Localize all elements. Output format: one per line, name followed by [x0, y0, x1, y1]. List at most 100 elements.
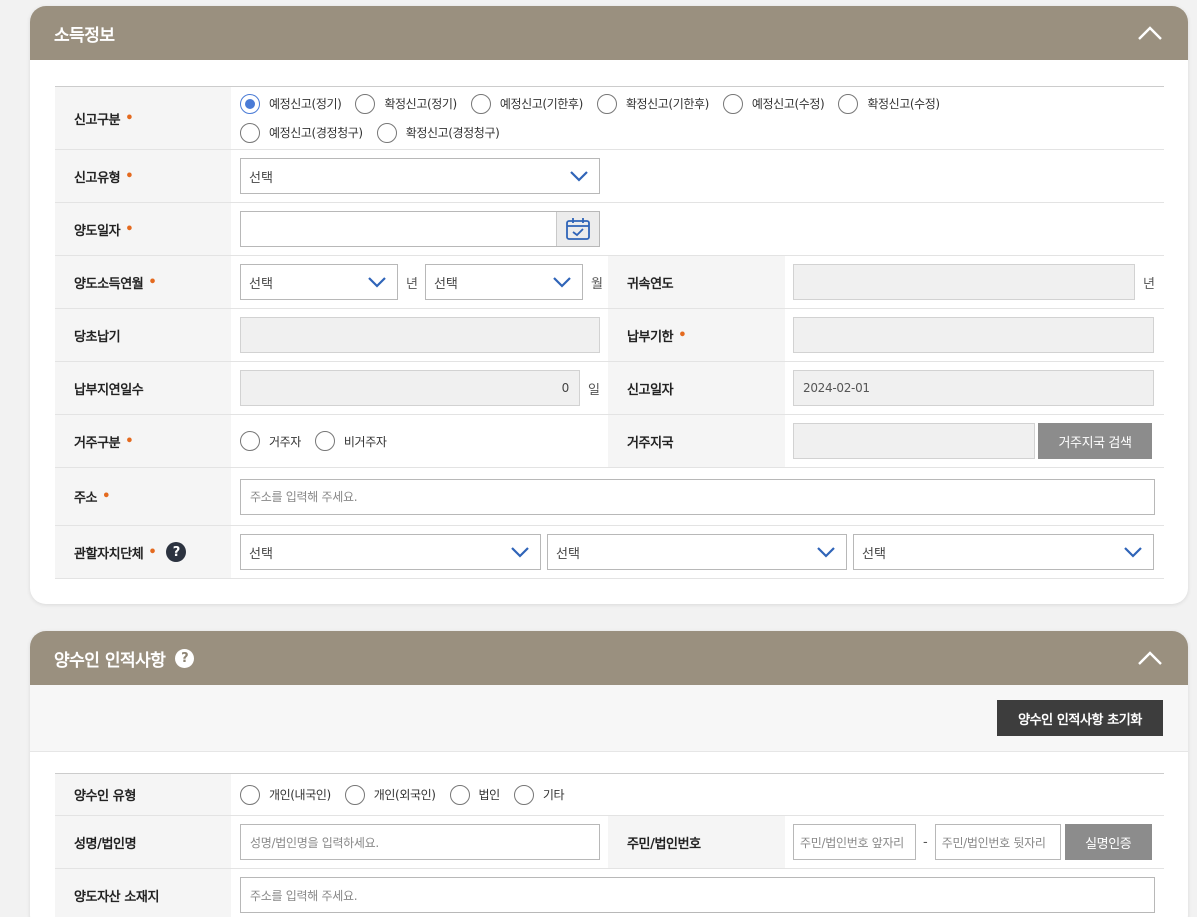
month-unit: 월 — [590, 276, 603, 292]
transferee-info-title: 양수인 인적사항 — [54, 650, 166, 671]
asset-location-input[interactable]: 주소를 입력해 주세요. — [240, 877, 1155, 913]
late-days-unit: 일 — [588, 382, 600, 398]
transferee-type-label: 양수인 유형 — [55, 774, 231, 815]
radio-icon[interactable] — [596, 93, 617, 114]
radio-report-division-3[interactable]: 확정신고(기한후) — [596, 93, 709, 114]
chevron-down-icon — [553, 277, 571, 288]
real-name-verify-button[interactable]: 실명인증 — [1064, 824, 1152, 860]
report-division-label: 신고구분 • — [55, 87, 231, 149]
radio-icon[interactable] — [240, 431, 260, 451]
income-info-header[interactable]: 소득정보 — [30, 6, 1188, 60]
row-address: 주소 • 주소를 입력해 주세요. — [55, 468, 1164, 526]
radio-transferee-corporation[interactable]: 법인 — [449, 784, 500, 805]
reg-number-separator: - — [923, 834, 928, 850]
transferee-info-panel: 양수인 인적사항 ? 양수인 인적사항 초기화 양수인 유형 개인(내국인) 개… — [30, 631, 1188, 917]
jurisdiction-select-1[interactable]: 선택 — [240, 534, 541, 570]
radio-report-division-5[interactable]: 확정신고(수정) — [838, 93, 940, 114]
transferee-info-header[interactable]: 양수인 인적사항 ? — [30, 631, 1188, 685]
reg-number-label: 주민/법인번호 — [608, 816, 785, 868]
report-date-input: 2024-02-01 — [793, 370, 1154, 406]
row-report-type: 신고유형 • 선택 — [55, 150, 1164, 203]
late-days-input: 0 — [240, 370, 580, 406]
radio-icon[interactable] — [240, 784, 260, 805]
radio-icon[interactable] — [449, 784, 470, 805]
jurisdiction-select-3[interactable]: 선택 — [853, 534, 1154, 570]
residence-country-search-button[interactable]: 거주지국 검색 — [1038, 423, 1152, 459]
late-days-label: 납부지연일수 — [55, 362, 231, 414]
payment-due-input — [793, 317, 1154, 353]
radio-transferee-other[interactable]: 기타 — [513, 784, 564, 805]
help-question-icon[interactable]: ? — [175, 648, 195, 668]
transfer-year-select[interactable]: 선택 — [240, 264, 398, 300]
report-type-label: 신고유형 • — [55, 150, 231, 202]
row-jurisdiction: 관할자치단체 •? 선택 선택 선택 — [55, 526, 1164, 579]
transferee-name-label: 성명/법인명 — [55, 816, 231, 868]
asset-location-label: 양도자산 소재지 — [55, 869, 231, 917]
residence-country-input — [793, 423, 1035, 459]
report-date-label: 신고일자 — [608, 362, 785, 414]
row-residence: 거주구분 • 거주자 비거주자 거주지국 거주지국 검색 — [55, 415, 1164, 468]
transfer-month-select[interactable]: 선택 — [424, 264, 583, 300]
radio-report-division-7[interactable]: 확정신고(경정청구) — [376, 122, 500, 143]
radio-report-division-0[interactable]: 예정신고(정기) — [240, 93, 342, 114]
row-transfer-date: 양도일자 • — [55, 203, 1164, 256]
chevron-down-icon — [1124, 547, 1142, 558]
address-label: 주소 • — [55, 468, 231, 525]
radio-icon[interactable] — [314, 431, 335, 451]
jurisdiction-select-2[interactable]: 선택 — [547, 534, 847, 570]
row-asset-location: 양도자산 소재지 주소를 입력해 주세요. — [55, 869, 1164, 917]
radio-icon[interactable] — [722, 93, 743, 114]
radio-selected-icon[interactable] — [240, 93, 260, 114]
income-info-panel: 소득정보 신고구분 • 예정신고(정기) 확정신고(정기) 예정신고(기한후) 확… — [30, 6, 1188, 604]
chevron-down-icon — [368, 277, 386, 288]
initial-payment-input — [240, 317, 600, 353]
radio-non-resident[interactable]: 비거주자 — [314, 431, 387, 451]
radio-icon[interactable] — [470, 93, 491, 114]
reg-number-front-input[interactable]: 주민/법인번호 앞자리 — [793, 824, 916, 860]
collapse-chevron-up-icon[interactable] — [1136, 647, 1164, 669]
transferee-name-input[interactable]: 성명/법인명을 입력하세요. — [240, 824, 600, 860]
attribution-year-label: 귀속연도 — [608, 256, 785, 308]
collapse-chevron-up-icon[interactable] — [1136, 22, 1164, 44]
transfer-date-input[interactable] — [240, 211, 600, 247]
radio-icon[interactable] — [838, 93, 859, 114]
radio-report-division-6[interactable]: 예정신고(경정청구) — [240, 122, 363, 143]
residence-label: 거주구분 • — [55, 415, 231, 467]
chevron-down-icon — [817, 547, 835, 558]
row-transferee-type: 양수인 유형 개인(내국인) 개인(외국인) 법인 기타 — [55, 774, 1164, 816]
help-question-icon[interactable]: ? — [166, 542, 187, 562]
chevron-down-icon — [570, 171, 588, 182]
income-info-table: 신고구분 • 예정신고(정기) 확정신고(정기) 예정신고(기한후) 확정신고(기… — [55, 86, 1164, 579]
row-payment: 당초납기 납부기한 • — [55, 309, 1164, 362]
initial-payment-label: 당초납기 — [55, 309, 231, 361]
radio-report-division-4[interactable]: 예정신고(수정) — [722, 93, 825, 114]
row-report-division: 신고구분 • 예정신고(정기) 확정신고(정기) 예정신고(기한후) 확정신고(기… — [55, 87, 1164, 150]
payment-due-label: 납부기한 • — [608, 309, 785, 361]
radio-icon[interactable] — [376, 122, 397, 143]
chevron-down-icon — [511, 547, 529, 558]
radio-report-division-1[interactable]: 확정신고(정기) — [355, 93, 457, 114]
radio-report-division-2[interactable]: 예정신고(기한후) — [470, 93, 583, 114]
address-input[interactable]: 주소를 입력해 주세요. — [240, 478, 1155, 515]
radio-transferee-foreign[interactable]: 개인(외국인) — [344, 784, 436, 805]
year-unit: 년 — [406, 276, 418, 292]
transferee-reset-button[interactable]: 양수인 인적사항 초기화 — [997, 700, 1163, 736]
report-type-select[interactable]: 선택 — [240, 158, 600, 194]
row-late-days: 납부지연일수 0 일 신고일자 2024-02-01 — [55, 362, 1164, 415]
radio-icon[interactable] — [513, 784, 534, 805]
radio-transferee-domestic[interactable]: 개인(내국인) — [240, 784, 331, 805]
transfer-date-label: 양도일자 • — [55, 203, 231, 255]
attribution-year-input — [793, 264, 1135, 300]
radio-icon[interactable] — [240, 122, 260, 143]
jurisdiction-label: 관할자치단체 •? — [55, 526, 231, 578]
transfer-income-month-label: 양도소득연월 • — [55, 256, 231, 308]
transferee-table: 양수인 유형 개인(내국인) 개인(외국인) 법인 기타 성명/법인명 성명/법… — [55, 773, 1164, 917]
radio-icon[interactable] — [355, 93, 376, 114]
radio-icon[interactable] — [344, 784, 365, 805]
reg-number-back-input[interactable]: 주민/법인번호 뒷자리 — [934, 824, 1061, 860]
calendar-icon[interactable] — [556, 212, 599, 246]
row-transfer-month: 양도소득연월 • 선택 년 선택 월 귀속연도 년 — [55, 256, 1164, 309]
radio-resident[interactable]: 거주자 — [240, 431, 301, 451]
transferee-toolbar: 양수인 인적사항 초기화 — [30, 685, 1188, 752]
row-transferee-name: 성명/법인명 성명/법인명을 입력하세요. 주민/법인번호 주민/법인번호 앞자… — [55, 816, 1164, 869]
